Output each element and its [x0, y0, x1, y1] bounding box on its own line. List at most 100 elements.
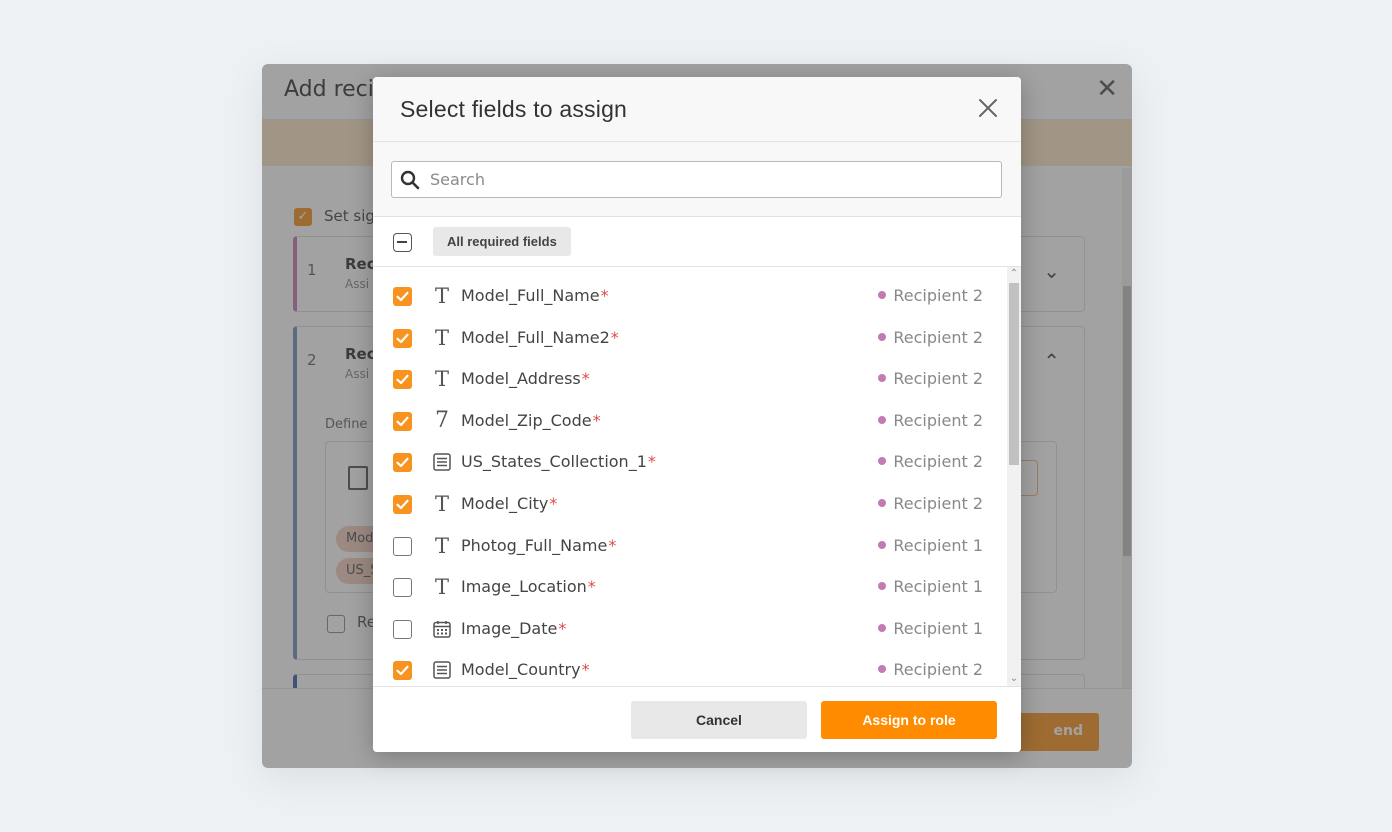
- field-recipient: Recipient 1: [878, 536, 983, 555]
- field-name-text: US_States_Collection_1: [461, 452, 647, 472]
- text-icon: T: [434, 284, 449, 308]
- field-name: Model_Country*: [461, 660, 590, 679]
- field-checkbox-unchecked[interactable]: [393, 578, 412, 598]
- field-row[interactable]: US_States_Collection_1* Recipient 2: [373, 442, 1007, 484]
- required-asterisk: *: [549, 494, 558, 513]
- required-asterisk: *: [592, 410, 601, 430]
- scroll-up-icon[interactable]: ⌃: [1007, 267, 1021, 281]
- required-asterisk: *: [581, 660, 590, 680]
- recipient-color-dot: [878, 374, 887, 383]
- dropdown-icon: [431, 451, 453, 473]
- modal-header: Select fields to assign: [373, 77, 1021, 142]
- search-icon: [400, 170, 420, 190]
- field-recipient: Recipient 2: [878, 286, 983, 305]
- recipient-label: Recipient 1: [893, 618, 983, 638]
- field-checkbox-checked[interactable]: [393, 287, 412, 306]
- field-row[interactable]: Image_Date* Recipient 1: [373, 609, 1007, 651]
- recipient-color-dot: [878, 582, 887, 591]
- field-name: Model_Zip_Code*: [461, 411, 601, 430]
- field-recipient: Recipient 2: [878, 494, 983, 513]
- text-icon: T: [434, 325, 449, 350]
- scroll-down-icon[interactable]: ⌄: [1007, 672, 1021, 686]
- recipient-label: Recipient 2: [893, 660, 983, 680]
- field-recipient: Recipient 2: [878, 328, 983, 347]
- recipient-label: Recipient 2: [893, 494, 983, 513]
- field-row[interactable]: T Model_Address* Recipient 2: [373, 359, 1007, 401]
- field-checkbox-checked[interactable]: [393, 661, 412, 681]
- required-asterisk: *: [558, 618, 567, 638]
- field-recipient: Recipient 2: [878, 452, 983, 471]
- field-row[interactable]: T Image_Location* Recipient 1: [373, 567, 1007, 609]
- search-box[interactable]: [391, 161, 1002, 198]
- recipient-label: Recipient 2: [893, 369, 983, 389]
- field-row[interactable]: T Photog_Full_Name* Recipient 1: [373, 526, 1007, 568]
- recipient-color-dot: [878, 540, 887, 549]
- modal-title: Select fields to assign: [400, 96, 628, 122]
- field-row[interactable]: T Model_City* Recipient 2: [373, 484, 1007, 526]
- recipient-label: Recipient 2: [893, 286, 983, 305]
- recipient-color-dot: [878, 499, 887, 507]
- filter-bar: All required fields: [373, 217, 1021, 267]
- field-name: Image_Location*: [461, 577, 596, 596]
- field-checkbox-unchecked[interactable]: [393, 619, 412, 639]
- required-asterisk: *: [581, 369, 590, 389]
- dropdown-icon: [431, 659, 453, 681]
- field-row[interactable]: Model_Country* Recipient 2: [373, 650, 1007, 686]
- field-name-text: Model_Address: [461, 369, 581, 389]
- recipient-label: Recipient 2: [893, 327, 983, 347]
- field-list-scrollbar[interactable]: ⌃ ⌄: [1007, 267, 1021, 686]
- text-icon: T: [434, 533, 449, 558]
- field-checkbox-checked[interactable]: [393, 370, 412, 390]
- scrollbar-thumb[interactable]: [1009, 283, 1019, 465]
- recipient-label: Recipient 2: [893, 410, 983, 430]
- field-list: T Model_Full_Name* Recipient 2 T Model_Full_…: [373, 267, 1021, 686]
- required-asterisk: *: [610, 327, 619, 347]
- field-name: Model_Full_Name2*: [461, 328, 619, 347]
- recipient-color-dot: [878, 291, 887, 299]
- field-name: US_States_Collection_1*: [461, 452, 656, 471]
- field-recipient: Recipient 1: [878, 577, 983, 596]
- field-checkbox-checked[interactable]: [393, 495, 412, 514]
- text-icon: T: [434, 492, 449, 516]
- field-recipient: Recipient 2: [878, 411, 983, 430]
- field-name: Image_Date*: [461, 619, 566, 638]
- modal-footer: Cancel Assign to role: [373, 686, 1021, 752]
- search-input[interactable]: [430, 162, 990, 197]
- field-name-text: Model_Country: [461, 660, 581, 680]
- select-all-checkbox[interactable]: [393, 233, 412, 252]
- assign-to-role-button[interactable]: Assign to role: [821, 701, 997, 739]
- field-row[interactable]: T Model_Full_Name2* Recipient 2: [373, 318, 1007, 360]
- field-recipient: Recipient 1: [878, 619, 983, 638]
- text-icon: T: [434, 367, 449, 392]
- field-name: Photog_Full_Name*: [461, 536, 616, 555]
- field-checkbox-checked[interactable]: [393, 328, 412, 348]
- text-icon: T: [434, 575, 449, 600]
- field-name-text: Model_Zip_Code: [461, 410, 592, 430]
- required-asterisk: *: [647, 452, 656, 472]
- field-name-text: Model_Full_Name: [461, 286, 600, 305]
- field-name-text: Model_Full_Name2: [461, 327, 610, 347]
- close-icon[interactable]: [977, 97, 999, 119]
- field-name-text: Model_City: [461, 494, 549, 513]
- all-required-fields-filter[interactable]: All required fields: [433, 227, 571, 256]
- field-checkbox-checked[interactable]: [393, 453, 412, 473]
- required-asterisk: *: [608, 535, 617, 555]
- recipient-color-dot: [878, 332, 887, 341]
- required-asterisk: *: [600, 286, 609, 305]
- cancel-button[interactable]: Cancel: [631, 701, 807, 739]
- recipient-label: Recipient 1: [893, 535, 983, 555]
- field-name-text: Photog_Full_Name: [461, 535, 608, 555]
- recipient-label: Recipient 2: [893, 452, 983, 472]
- field-checkbox-checked[interactable]: [393, 411, 412, 431]
- field-checkbox-unchecked[interactable]: [393, 536, 412, 556]
- recipient-color-dot: [878, 665, 887, 674]
- field-row[interactable]: 7 Model_Zip_Code* Recipient 2: [373, 401, 1007, 443]
- field-name: Model_Address*: [461, 369, 590, 388]
- field-name-text: Image_Date: [461, 618, 558, 638]
- recipient-color-dot: [878, 415, 887, 424]
- field-recipient: Recipient 2: [878, 660, 983, 679]
- field-name: Model_City*: [461, 494, 557, 513]
- required-asterisk: *: [587, 577, 596, 597]
- field-row[interactable]: T Model_Full_Name* Recipient 2: [373, 276, 1007, 318]
- select-fields-modal: Select fields to assign All required fie…: [373, 77, 1021, 752]
